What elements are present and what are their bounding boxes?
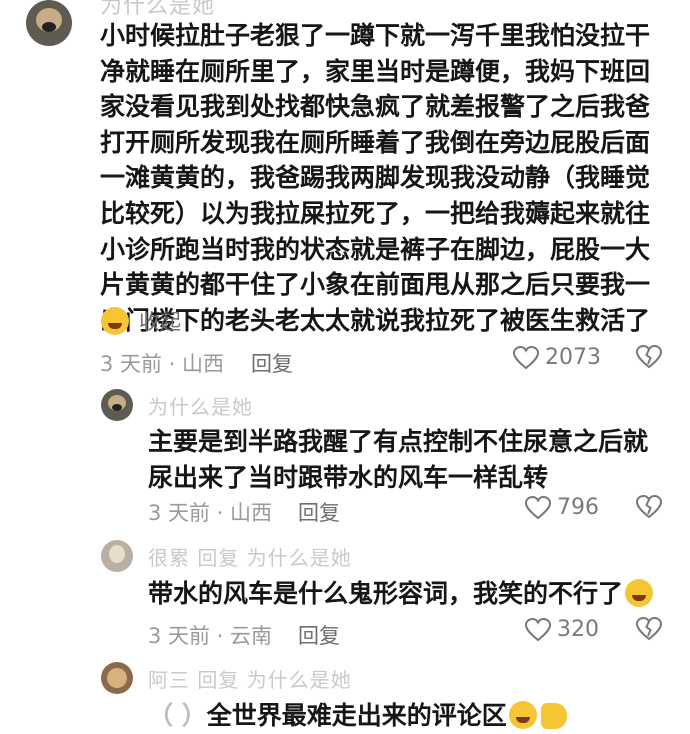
heart-icon [513,345,539,369]
dislike-button[interactable] [635,616,663,645]
broken-heart-icon [635,494,663,519]
avatar[interactable] [101,540,133,572]
avatar[interactable] [26,0,72,46]
avatar[interactable] [101,389,133,421]
waving-hand-icon [540,703,567,729]
broken-heart-icon [635,344,663,369]
comment-username[interactable]: 很累 回复 为什么是她 [148,542,352,571]
comment-text: 带水的风车是什么鬼形容词，我笑的不行了 [148,576,668,612]
comment-text: （ ）全世界最难走出来的评论区 [148,698,668,734]
comment-text: 主要是到半路我醒了有点控制不住尿意之后就尿出来了当时跟带水的风车一样乱转 [148,427,649,492]
reply-button[interactable]: 回复 [298,497,340,527]
laughing-emoji-icon [508,701,537,729]
comment-meta: 3 天前 · 山西 [148,501,273,525]
comment-username[interactable]: 阿三 回复 为什么是她 [148,664,352,693]
heart-icon [525,617,551,641]
like-button[interactable]: 796 [525,495,599,520]
emoji-icon [101,307,129,335]
dislike-button[interactable] [635,344,663,373]
comment-text: 小时候拉肚子老狠了一蹲下就一泻千里我怕没拉干净就睡在厕所里了，家里当时是蹲便，我… [100,21,651,335]
heart-icon [525,495,551,519]
like-button[interactable]: 2073 [513,345,601,370]
avatar[interactable] [101,662,133,694]
like-button[interactable]: 320 [525,617,599,642]
comment-username[interactable]: 为什么是她 [100,0,215,20]
like-count: 2073 [545,345,601,370]
reply-button[interactable]: 回复 [298,620,340,650]
collapse-button[interactable]: 收起 [101,306,181,336]
dislike-button[interactable] [635,494,663,523]
broken-heart-icon [635,616,663,641]
comment-meta: 3 天前 · 云南 [148,624,273,648]
reply-button[interactable]: 回复 [251,348,293,378]
like-count: 320 [557,617,599,642]
laughing-emoji-icon [625,579,654,607]
comment-username[interactable]: 为什么是她 [148,391,253,420]
like-count: 796 [557,495,599,520]
comment-meta: 3 天前 · 山西 [100,352,225,376]
